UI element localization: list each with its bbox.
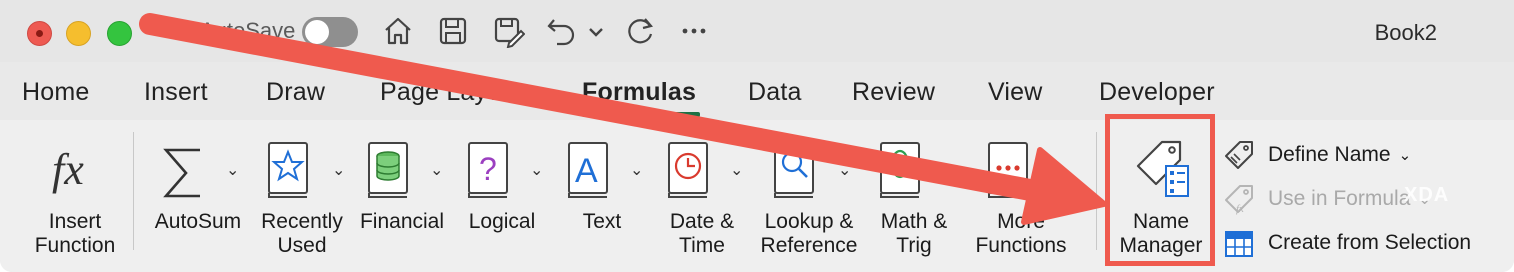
letter-a-book-icon: A [566, 140, 612, 205]
autosave-label: AutoSave [200, 18, 296, 43]
autosum-label: AutoSum [154, 210, 242, 233]
tab-review[interactable]: Review [852, 78, 935, 107]
svg-text:A: A [575, 152, 598, 190]
chevron-down-icon[interactable]: ⌄ [1052, 160, 1065, 180]
function-fx-icon: fx [48, 142, 104, 203]
tab-formulas[interactable]: Formulas [582, 78, 696, 107]
tab-home[interactable]: Home [22, 78, 90, 107]
tag-icon [1225, 141, 1253, 169]
recently-used-label-1: Recently [261, 210, 343, 233]
xda-watermark: XDA [1404, 184, 1450, 206]
define-name-button[interactable]: Define Name ⌄ [1222, 138, 1411, 172]
minimize-window-button[interactable] [66, 21, 91, 46]
database-book-icon [366, 140, 412, 205]
chevron-down-icon[interactable]: ⌄ [430, 160, 443, 180]
sigma-icon [160, 144, 210, 207]
insert-function-button[interactable]: fx Insert Function [30, 120, 120, 272]
text-button[interactable]: A ⌄ Text [554, 120, 650, 272]
date-time-label-2: Time [679, 234, 725, 257]
math-trig-label-2: Trig [896, 234, 932, 257]
date-time-button[interactable]: ⌄ Date & Time [654, 120, 750, 272]
lookup-label-1: Lookup & [764, 210, 854, 233]
math-trig-label-1: Math & [880, 210, 948, 233]
chevron-down-icon[interactable]: ⌄ [630, 160, 643, 180]
insert-function-label-2: Function [34, 234, 116, 257]
financial-label: Financial [359, 210, 445, 233]
question-book-icon: ? [466, 140, 512, 205]
excel-window: AutoSave Book2 Home Insert Draw Page Lay… [0, 0, 1514, 272]
active-tab-indicator [582, 112, 700, 117]
lookup-label-2: Reference [760, 234, 858, 257]
ribbon-tabs: Home Insert Draw Page Layout Formulas Da… [0, 62, 1514, 120]
use-in-formula-button: fx Use in Formula ⌄ [1222, 182, 1431, 216]
more-functions-button[interactable]: ⌄ More Functions [966, 120, 1076, 272]
create-from-selection-label: Create from Selection [1268, 231, 1472, 254]
clock-book-icon [666, 140, 712, 205]
more-functions-label-1: More [997, 210, 1045, 233]
recently-used-button[interactable]: ⌄ Recently Used [254, 120, 350, 272]
text-label: Text [582, 210, 622, 233]
tab-view[interactable]: View [988, 78, 1043, 107]
save-icon[interactable] [436, 14, 470, 48]
more-functions-label-2: Functions [975, 234, 1067, 257]
chevron-down-icon[interactable]: ⌄ [332, 160, 345, 180]
svg-text:fx: fx [1236, 203, 1244, 215]
svg-text:fx: fx [52, 145, 84, 194]
chevron-down-icon[interactable]: ⌄ [530, 160, 543, 180]
redo-icon[interactable] [623, 14, 657, 48]
zoom-window-button[interactable] [107, 21, 132, 46]
svg-text:?: ? [479, 151, 497, 187]
tab-draw[interactable]: Draw [266, 78, 325, 107]
use-in-formula-label: Use in Formula [1268, 187, 1411, 210]
tag-fx-icon: fx [1225, 185, 1253, 215]
autosum-button[interactable]: ⌄ AutoSum [150, 120, 246, 272]
tab-insert[interactable]: Insert [144, 78, 208, 107]
star-book-icon [266, 140, 312, 205]
lookup-reference-button[interactable]: ⌄ Lookup & Reference [756, 120, 862, 272]
tab-developer[interactable]: Developer [1099, 78, 1215, 107]
tab-page-layout[interactable]: Page Layout [380, 78, 523, 107]
table-grid-icon [1225, 231, 1253, 257]
home-icon[interactable] [381, 14, 415, 48]
chevron-down-icon[interactable]: ⌄ [1399, 146, 1412, 164]
name-manager-highlight-box [1105, 114, 1215, 266]
close-window-button[interactable] [27, 21, 52, 46]
theta-book-icon [878, 140, 924, 205]
chevron-down-icon[interactable]: ⌄ [730, 160, 743, 180]
save-as-icon[interactable] [491, 14, 526, 49]
magnifier-book-icon [772, 140, 818, 205]
logical-label: Logical [468, 210, 536, 233]
tab-data[interactable]: Data [748, 78, 802, 107]
chevron-down-icon[interactable]: ⌄ [838, 160, 851, 180]
recently-used-label-2: Used [277, 234, 327, 257]
insert-function-label-1: Insert [48, 210, 102, 233]
ribbon-separator [1096, 132, 1097, 250]
define-name-label: Define Name [1268, 143, 1391, 166]
undo-icon[interactable] [545, 14, 579, 48]
formulas-ribbon: fx Insert Function ⌄ AutoSum ⌄ Recently … [0, 120, 1514, 272]
undo-chevron-down-icon[interactable] [584, 14, 608, 48]
dots-book-icon [986, 140, 1032, 205]
ribbon-separator [133, 132, 134, 250]
more-icon[interactable] [677, 14, 711, 48]
date-time-label-1: Date & [669, 210, 735, 233]
math-trig-button[interactable]: ⌄ Math & Trig [866, 120, 962, 272]
create-from-selection-button[interactable]: Create from Selection [1222, 226, 1471, 260]
chevron-down-icon[interactable]: ⌄ [226, 160, 239, 180]
document-title: Book2 [1374, 20, 1437, 45]
financial-button[interactable]: ⌄ Financial [354, 120, 450, 272]
chevron-down-icon[interactable]: ⌄ [944, 160, 957, 180]
logical-button[interactable]: ? ⌄ Logical [454, 120, 550, 272]
title-bar: AutoSave Book2 [0, 0, 1514, 62]
autosave-toggle[interactable] [302, 17, 358, 47]
